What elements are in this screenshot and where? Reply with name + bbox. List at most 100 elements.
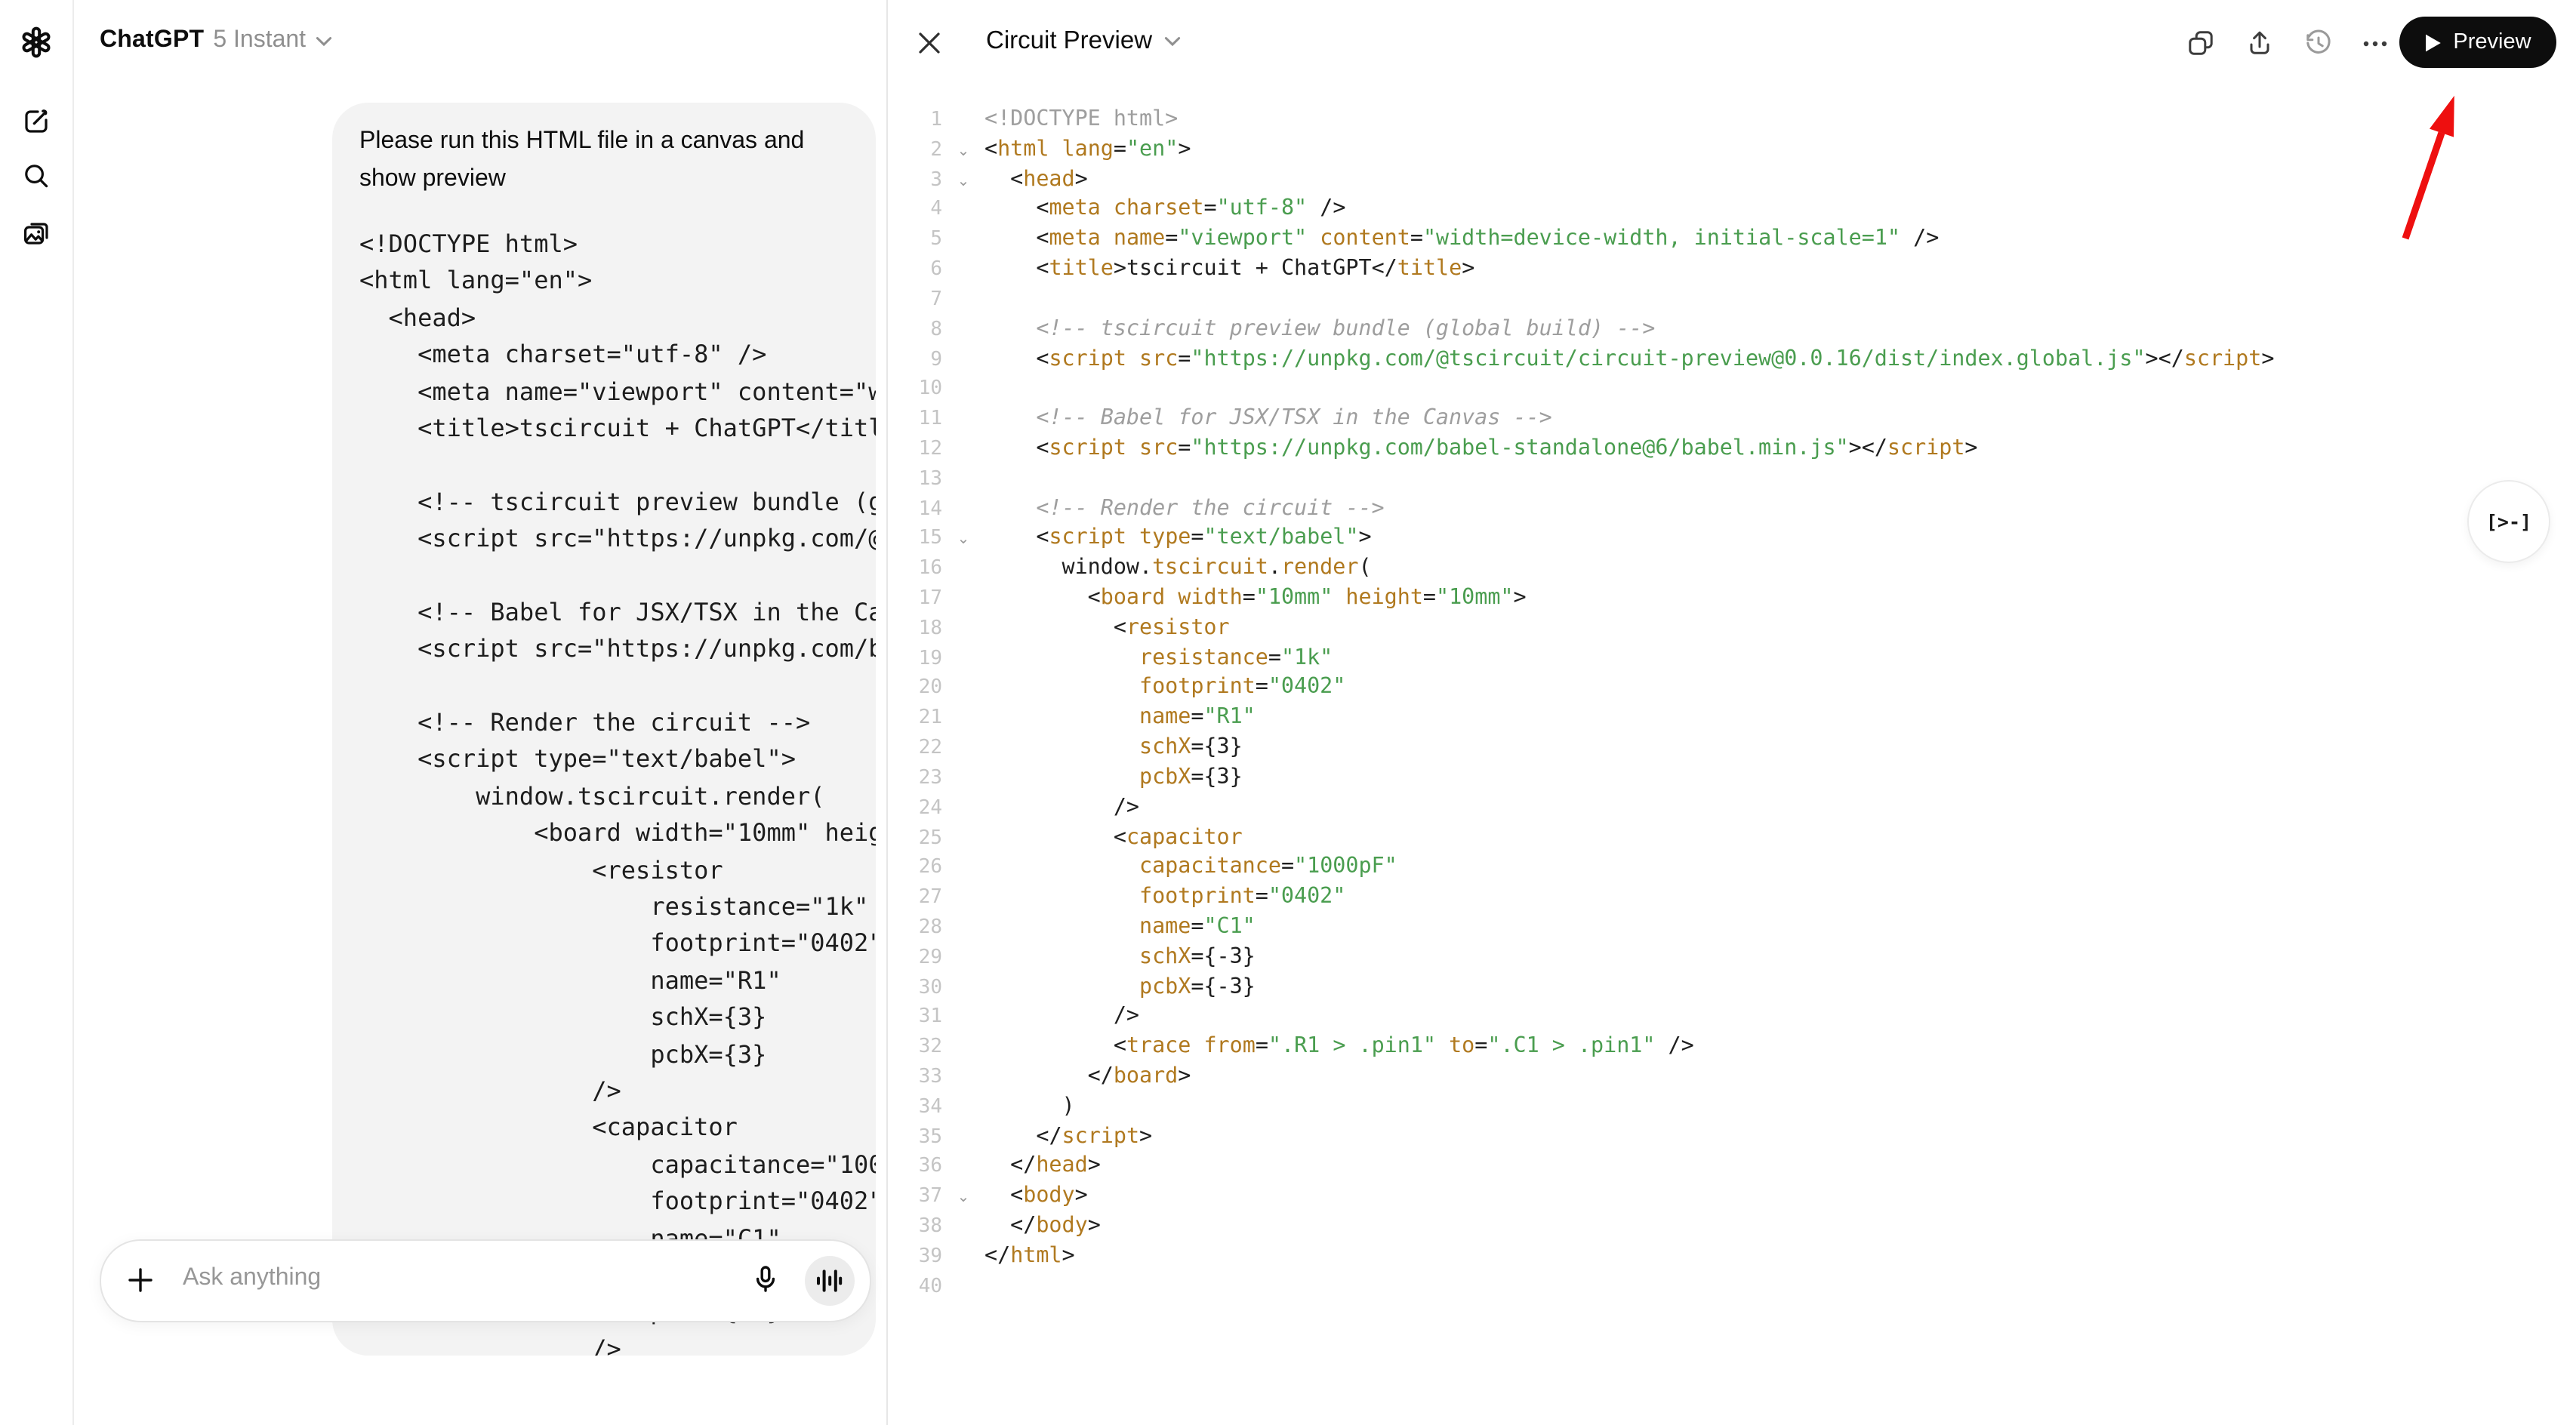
- code-line-text: <meta name="viewport" content="width=dev…: [984, 226, 1939, 256]
- message-code-line: [359, 668, 876, 705]
- chevron-down-icon: [1164, 36, 1181, 47]
- code-line-text: <board width="10mm" height="10mm">: [984, 584, 1527, 614]
- chat-panel: ChatGPT 5 Instant Please run this HTML f…: [74, 0, 886, 1425]
- line-number: 13: [888, 465, 942, 495]
- message-code-line: <meta charset="utf-8" />: [359, 337, 876, 374]
- editor-line: 7: [888, 285, 2576, 315]
- message-composer[interactable]: Ask anything: [100, 1239, 871, 1322]
- line-number: 15: [888, 525, 942, 555]
- editor-line: 40: [888, 1272, 2576, 1302]
- editor-line: 19 resistance="1k": [888, 644, 2576, 674]
- message-code-line: <board width="10mm" height="10mm">: [359, 816, 876, 853]
- message-code-line: />: [359, 1331, 876, 1356]
- code-line-text: <body>: [984, 1183, 1088, 1213]
- line-number: 9: [888, 345, 942, 375]
- code-line-text: schX={-3}: [984, 943, 1256, 974]
- editor-line: 14 <!-- Render the circuit -->: [888, 494, 2576, 525]
- line-number: 12: [888, 435, 942, 465]
- message-code-line: <html lang="en">: [359, 263, 876, 300]
- editor-line: 26 capacitance="1000pF": [888, 854, 2576, 884]
- code-line-text: <html lang="en">: [984, 136, 1191, 166]
- voice-waveform-icon: [815, 1266, 844, 1295]
- editor-line: 22 schX={3}: [888, 734, 2576, 764]
- code-line-text: footprint="0402": [984, 883, 1345, 913]
- history-icon[interactable]: [2304, 29, 2333, 57]
- chevron-down-icon: [315, 35, 331, 46]
- code-line-text: schX={3}: [984, 734, 1243, 764]
- message-code-line: <capacitor: [359, 1110, 876, 1147]
- code-line-text: <script src="https://unpkg.com/babel-sta…: [984, 435, 1978, 465]
- message-code-line: <title>tscircuit + ChatGPT</title>: [359, 411, 876, 448]
- fold-chevron-icon[interactable]: ⌄: [942, 1184, 984, 1214]
- close-canvas-icon[interactable]: [918, 32, 941, 54]
- console-button[interactable]: [>-]: [2467, 480, 2550, 563]
- message-code-line: <meta name="viewport" content="width=dev…: [359, 374, 876, 411]
- model-selector[interactable]: ChatGPT 5 Instant: [100, 27, 331, 54]
- line-number: 1: [888, 106, 942, 136]
- message-code-line: <!-- Render the circuit -->: [359, 705, 876, 742]
- chat-header: ChatGPT 5 Instant: [74, 0, 886, 85]
- microphone-icon[interactable]: [747, 1262, 784, 1298]
- message-code-line: [359, 448, 876, 485]
- voice-mode-button[interactable]: [805, 1256, 855, 1306]
- editor-line: 9 <script src="https://unpkg.com/@tscirc…: [888, 345, 2576, 375]
- line-number: 6: [888, 255, 942, 285]
- more-options-icon[interactable]: [2363, 40, 2387, 46]
- editor-line: 11 <!-- Babel for JSX/TSX in the Canvas …: [888, 405, 2576, 435]
- line-number: 23: [888, 764, 942, 794]
- message-code-line: <script src="https://unpkg.com/@tscircui…: [359, 521, 876, 558]
- code-line-text: name="R1": [984, 704, 1256, 734]
- message-code-line: [359, 558, 876, 595]
- attach-plus-icon[interactable]: [122, 1262, 159, 1298]
- message-code-line: <head>: [359, 300, 876, 337]
- line-number: 30: [888, 973, 942, 1003]
- message-code-line: capacitance="1000pF": [359, 1147, 876, 1184]
- code-line-text: <script src="https://unpkg.com/@tscircui…: [984, 345, 2274, 375]
- message-code-line: footprint="0402": [359, 1183, 876, 1220]
- composer-input[interactable]: Ask anything: [183, 1265, 321, 1292]
- code-line-text: ): [984, 1093, 1075, 1123]
- search-icon[interactable]: [22, 162, 51, 190]
- line-number: 11: [888, 405, 942, 435]
- line-number: 24: [888, 793, 942, 823]
- line-number: 21: [888, 704, 942, 734]
- new-chat-icon[interactable]: [22, 107, 51, 136]
- openai-logo-icon: [20, 26, 53, 59]
- preview-button[interactable]: Preview: [2399, 17, 2556, 68]
- code-editor[interactable]: 1<!DOCTYPE html>2⌄<html lang="en">3⌄ <he…: [888, 106, 2576, 1302]
- fold-chevron-icon[interactable]: ⌄: [942, 137, 984, 168]
- fold-chevron-icon[interactable]: ⌄: [942, 167, 984, 197]
- code-line-text: </board>: [984, 1063, 1191, 1093]
- library-icon[interactable]: [21, 217, 51, 248]
- share-icon[interactable]: [2245, 29, 2274, 57]
- canvas-title-dropdown[interactable]: Circuit Preview: [986, 27, 1181, 56]
- line-number: 35: [888, 1122, 942, 1153]
- editor-line: 23 pcbX={3}: [888, 764, 2576, 794]
- code-line-text: />: [984, 793, 1139, 823]
- editor-line: 27 footprint="0402": [888, 883, 2576, 913]
- code-line-text: />: [984, 1003, 1139, 1033]
- line-number: 28: [888, 913, 942, 943]
- line-number: 25: [888, 823, 942, 854]
- code-line-text: window.tscircuit.render(: [984, 554, 1372, 584]
- copy-icon[interactable]: [2186, 29, 2215, 57]
- user-message-bubble: Please run this HTML file in a canvas an…: [332, 103, 876, 1356]
- editor-line: 20 footprint="0402": [888, 674, 2576, 704]
- fold-chevron-icon[interactable]: ⌄: [942, 526, 984, 556]
- message-code-line: name="R1": [359, 963, 876, 1000]
- code-line-text: name="C1": [984, 913, 1256, 943]
- code-line-text: <!DOCTYPE html>: [984, 106, 1178, 136]
- editor-line: 12 <script src="https://unpkg.com/babel-…: [888, 435, 2576, 465]
- code-line-text: </html>: [984, 1242, 1075, 1273]
- editor-line: 8 <!-- tscircuit preview bundle (global …: [888, 315, 2576, 345]
- code-line-text: footprint="0402": [984, 674, 1345, 704]
- line-number: 37: [888, 1183, 942, 1213]
- message-code-line: pcbX={3}: [359, 1036, 876, 1073]
- code-line-text: <meta charset="utf-8" />: [984, 195, 1345, 226]
- code-line-text: <trace from=".R1 > .pin1" to=".C1 > .pin…: [984, 1033, 1694, 1063]
- canvas-header: Circuit Preview: [888, 0, 2576, 85]
- play-icon: [2424, 32, 2441, 52]
- app-title: ChatGPT: [100, 27, 204, 54]
- editor-line: 30 pcbX={-3}: [888, 973, 2576, 1003]
- editor-line: 34 ): [888, 1093, 2576, 1123]
